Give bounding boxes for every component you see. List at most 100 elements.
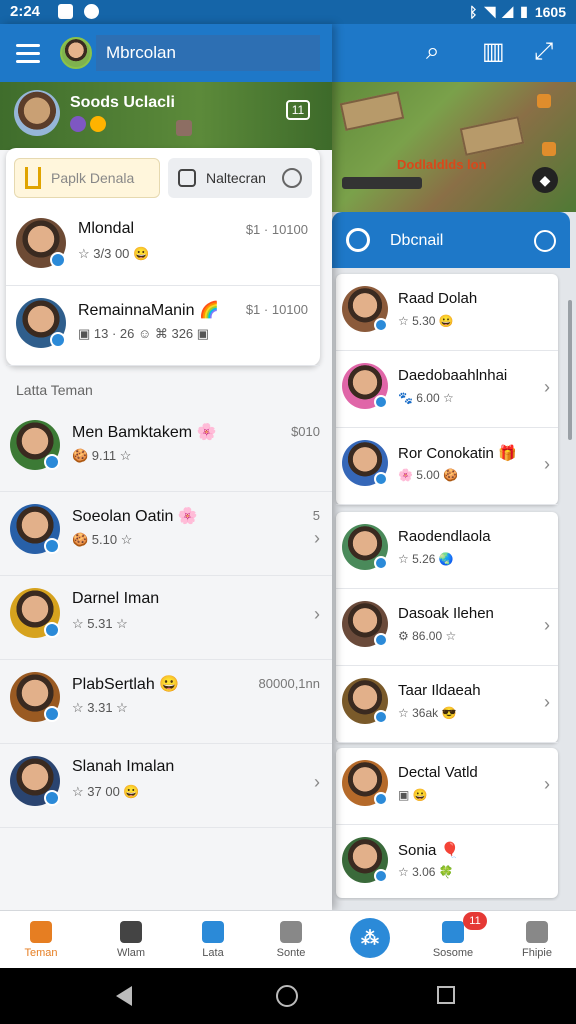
verified-icon <box>44 622 60 638</box>
game-progress-bar <box>342 177 422 189</box>
friend-name: Daedobaahlnhai <box>398 367 508 384</box>
verified-icon <box>374 710 388 724</box>
friend-meta: 🍪 5.10 ☆ <box>72 532 133 547</box>
wifi-icon: ◥ <box>484 3 496 19</box>
pinned-card: Paplk Denala Naltecran Mlondal ☆ 3/3 00 😀… <box>6 148 320 366</box>
friend-meta: ☆ 5.31 ☆ <box>72 616 128 631</box>
friend-value: $010 <box>291 424 320 439</box>
nav-friends[interactable]: Teman <box>6 911 76 969</box>
signal-icon: ◢ <box>502 3 514 19</box>
status-time: 2:24 <box>10 3 41 20</box>
list-item[interactable]: Men Bamktakem 🌸 🍪 9.11 ☆ $010 <box>0 408 332 492</box>
nav-label: Teman <box>24 947 58 959</box>
list-item[interactable]: Soeolan Oatin 🌸 🍪 5.10 ☆ 5 › <box>0 492 332 576</box>
list-item[interactable]: Dectal Vatld ▣ 😀 › <box>336 748 558 825</box>
nav-label: Fhipie <box>522 947 552 959</box>
friend-meta: 🍪 9.11 ☆ <box>72 448 132 463</box>
list-item[interactable]: Ror Conokatin 🎁 🌸 5.00 🍪 › <box>336 428 558 505</box>
home-icon[interactable] <box>276 985 298 1007</box>
nav-label: Wlam <box>116 947 146 959</box>
tool-icon <box>176 120 192 136</box>
nav-label: Sosome <box>432 947 474 959</box>
nav-social-icon <box>442 921 464 943</box>
verified-icon <box>50 252 66 268</box>
chevron-right-icon: › <box>314 528 320 548</box>
tab-first-label: Paplk Denala <box>51 170 135 186</box>
list-item[interactable]: Sonia 🎈 ☆ 3.06 🍀 <box>336 825 558 902</box>
status-right: ᛒ ◥ ◢ ▮ 1605 <box>469 3 566 20</box>
verified-icon <box>44 790 60 806</box>
location-pin-icon[interactable]: ◆ <box>532 167 558 193</box>
app-notification-icon <box>84 4 99 19</box>
chevron-right-icon: › <box>314 604 320 624</box>
friend-meta: ☆ 3/3 00 😀 <box>78 246 150 261</box>
profile-banner[interactable]: Soods Uclacli 11 <box>0 82 332 150</box>
timer-icon <box>282 168 302 188</box>
right-friends-panel: Dbcnail Raad Dolah ☆ 5.30 😀 Daedobaahlnhai… <box>332 212 576 910</box>
list-item[interactable]: RemainnaManin 🌈 ▣ 13 · 26 ☺ ⌘ 326 ▣ $1 · 1… <box>6 286 320 366</box>
chevron-right-icon: › <box>544 692 550 712</box>
notification-badge: 11 <box>463 912 487 930</box>
menu-icon[interactable] <box>16 44 40 68</box>
list-item[interactable]: Darnel Iman ☆ 5.31 ☆ › <box>0 576 332 660</box>
map-tile <box>339 91 405 131</box>
nav-chat[interactable]: Wlam <box>96 911 166 969</box>
chevron-right-icon: › <box>544 615 550 635</box>
refresh-icon[interactable] <box>346 228 370 252</box>
right-panel-title: Dbcnail <box>390 232 444 249</box>
verified-icon <box>50 332 66 348</box>
navigation-drawer: Mbrcolan Soods Uclacli 11 Paplk Denala N… <box>0 24 332 910</box>
friend-meta: ▣ 13 · 26 ☺ ⌘ 326 ▣ <box>78 326 210 341</box>
chevron-right-icon: › <box>544 377 550 397</box>
friends-card-3: Dectal Vatld ▣ 😀 › Sonia 🎈 ☆ 3.06 🍀 <box>336 748 558 902</box>
friend-name: Dectal Vatld <box>398 764 478 781</box>
list-item[interactable]: Dasoak Ilehen ⚙ 86.00 ☆ › <box>336 589 558 666</box>
friend-meta: 🐾 6.00 ☆ <box>398 391 454 405</box>
search-input[interactable]: Mbrcolan <box>96 35 320 71</box>
back-icon[interactable] <box>116 986 132 1006</box>
list-item[interactable]: Mlondal ☆ 3/3 00 😀 $1 · 10100 <box>6 206 320 286</box>
search-icon[interactable]: ⌕ <box>426 40 439 64</box>
chevron-right-icon: › <box>314 772 320 792</box>
chevron-right-icon: › <box>544 454 550 474</box>
list-item[interactable]: Daedobaahlnhai 🐾 6.00 ☆ › <box>336 351 558 428</box>
game-map[interactable]: Dodlaldlds lon ◆ <box>332 82 576 212</box>
nav-settings[interactable]: Sonte <box>256 911 326 969</box>
friend-name: Dasoak Ilehen <box>398 605 494 622</box>
list-item[interactable]: Raad Dolah ☆ 5.30 😀 <box>336 274 558 351</box>
share-icon <box>178 169 196 187</box>
tab-first[interactable]: Paplk Denala <box>14 158 160 198</box>
notification-icon <box>58 4 73 19</box>
level-badge: 11 <box>286 100 310 120</box>
nav-list[interactable]: Lata <box>178 911 248 969</box>
expand-icon[interactable]: ⤢ <box>534 40 553 64</box>
friend-meta: 🌸 5.00 🍪 <box>398 468 458 482</box>
avatar[interactable] <box>60 37 92 69</box>
battery-icon: ▮ <box>520 3 528 19</box>
action-button[interactable]: ⁂ <box>350 918 390 958</box>
friend-name: Mlondal <box>78 220 135 237</box>
nav-settings-icon <box>280 921 302 943</box>
friend-meta: ☆ 36ak 😎 <box>398 706 457 720</box>
list-item[interactable]: Raodendlaola ☆ 5.26 🌏 <box>336 512 558 589</box>
verified-icon <box>374 556 388 570</box>
list-item[interactable]: Slanah Imalan ☆ 37 00 😀 › <box>0 744 332 828</box>
friend-meta: ⚙ 86.00 ☆ <box>398 629 457 643</box>
tab-second[interactable]: Naltecran <box>168 158 312 198</box>
clock-icon[interactable] <box>534 230 556 252</box>
list-item[interactable]: Taar Ildaeah ☆ 36ak 😎 › <box>336 666 558 743</box>
friend-name: Taar Ildaeah <box>398 682 481 699</box>
right-panel-header: Dbcnail <box>332 212 570 268</box>
friend-value: $1 · 10100 <box>245 302 308 317</box>
friend-value: 5 <box>312 508 320 523</box>
recents-icon[interactable] <box>437 986 455 1004</box>
list-item[interactable]: PlabSertlah 😀 ☆ 3.31 ☆ 80000,1nn <box>0 660 332 744</box>
nav-profile[interactable]: Fhipie <box>502 911 572 969</box>
gem-icon <box>70 116 86 132</box>
scrollbar[interactable] <box>568 300 572 440</box>
verified-icon <box>374 472 388 486</box>
banner-title: Soods Uclacli <box>70 94 175 111</box>
inventory-icon[interactable]: ▥ <box>482 40 505 64</box>
bluetooth-icon: ᛒ <box>469 3 478 20</box>
status-right-text: 1605 <box>534 3 566 20</box>
